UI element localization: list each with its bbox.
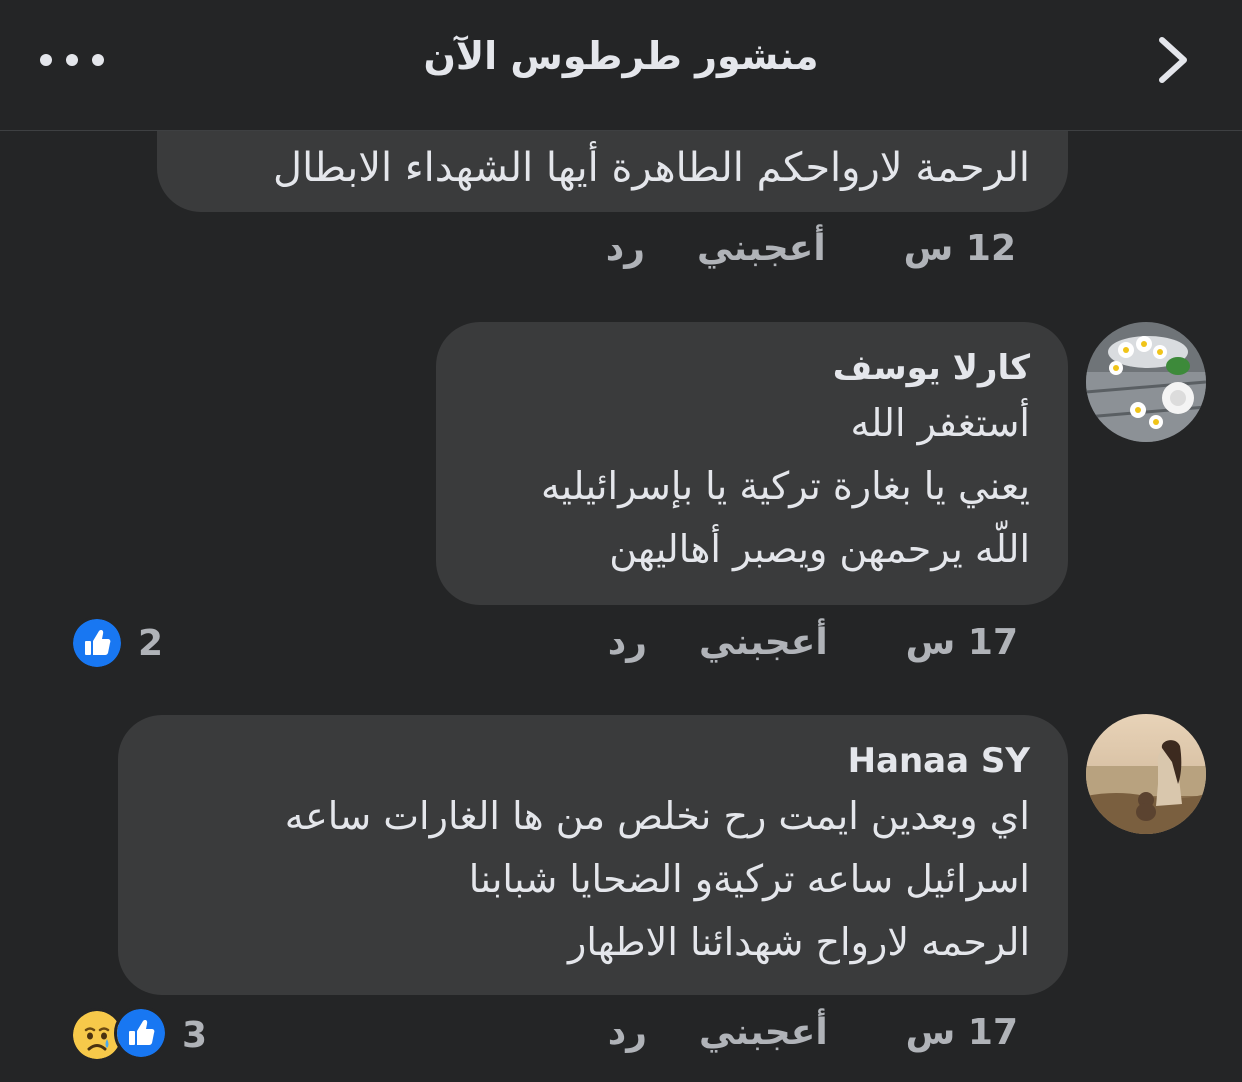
avatar[interactable] xyxy=(1086,714,1206,834)
top-bar: منشور طرطوس الآن xyxy=(0,0,1242,131)
like-icon xyxy=(70,616,124,670)
comment-actions: 12 س أعجبني رد xyxy=(606,228,1016,269)
comment-bubble[interactable]: كارلا يوسف أستغفر الله يعني يا بغارة ترك… xyxy=(436,322,1068,605)
comment-text-line: اللّه يرحمهن ويصبر أهاليهن xyxy=(609,527,1030,571)
comment-text-line: الرحمه لارواح شهدائنا الاطهار xyxy=(567,920,1030,964)
comment-text: الرحمة لارواحكم الطاهرة أيها الشهداء الا… xyxy=(273,145,1030,191)
avatar[interactable] xyxy=(1086,322,1206,442)
comment-text-line: أستغفر الله xyxy=(850,401,1030,445)
comment-text-line: يعني يا بغارة تركية يا بإسرائيليه xyxy=(541,464,1030,508)
reaction-summary[interactable]: 3 xyxy=(70,1006,207,1064)
comment-actions: 17 س أعجبني رد xyxy=(608,1012,1018,1053)
like-icon xyxy=(114,1006,168,1060)
reaction-count: 3 xyxy=(182,1014,208,1056)
comment-time: 12 س xyxy=(903,228,1016,269)
comment-author[interactable]: كارلا يوسف xyxy=(466,344,1030,392)
comment-text-line: اي وبعدين ايمت رح نخلص من ها الغارات ساع… xyxy=(284,794,1030,838)
like-button[interactable]: أعجبني xyxy=(699,622,828,663)
comment-author[interactable]: Hanaa SY xyxy=(148,737,1030,785)
like-button[interactable]: أعجبني xyxy=(699,1012,828,1053)
comment-time: 17 س xyxy=(905,622,1018,663)
post-comments-screen: منشور طرطوس الآن الرحمة لارواحكم الطاهرة… xyxy=(0,0,1242,1082)
reply-button[interactable]: رد xyxy=(606,228,645,269)
like-button[interactable]: أعجبني xyxy=(697,228,826,269)
reply-button[interactable]: رد xyxy=(608,622,647,663)
reaction-summary[interactable]: 2 xyxy=(70,616,163,670)
reply-button[interactable]: رد xyxy=(608,1012,647,1053)
reaction-count: 2 xyxy=(138,622,164,664)
back-button[interactable] xyxy=(1148,30,1198,90)
like-reaction-wrap xyxy=(114,1006,168,1064)
woman-by-water-avatar-image xyxy=(1086,714,1206,834)
flowers-avatar-image xyxy=(1086,322,1206,442)
comment-bubble[interactable]: Hanaa SY اي وبعدين ايمت رح نخلص من ها ال… xyxy=(118,715,1068,995)
comment-text-line: اسرائيل ساعه تركيةو الضحايا شبابنا xyxy=(468,857,1030,901)
comment-actions: 17 س أعجبني رد xyxy=(608,622,1018,663)
page-title: منشور طرطوس الآن xyxy=(423,34,819,78)
chevron-right-icon xyxy=(1159,37,1187,83)
comment-time: 17 س xyxy=(905,1012,1018,1053)
